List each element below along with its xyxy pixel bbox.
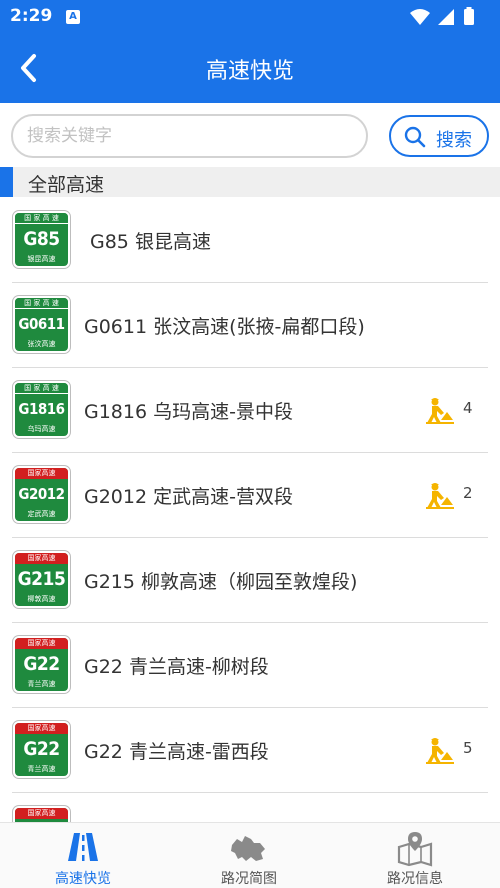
shield-top-text: 国家高速 bbox=[15, 723, 68, 734]
page-title: 高速快览 bbox=[205, 59, 294, 84]
highway-label: G2012 定武高速-营双段 bbox=[84, 486, 293, 508]
app-header: 高速快览 bbox=[0, 33, 500, 103]
shield-top-text: 国家高速 bbox=[15, 553, 68, 564]
section-header: 全部高速 bbox=[0, 167, 500, 197]
list-item[interactable]: 国家高速 bbox=[0, 793, 500, 822]
shield-code: G22 bbox=[23, 653, 60, 675]
shield-name: 银昆高速 bbox=[27, 255, 56, 263]
list-item[interactable]: 国家高速 G2012 定武高速 G2012 定武高速-营双段 2 bbox=[0, 453, 500, 538]
highway-shield-icon: 国家高速 G215 柳敦高速 bbox=[13, 551, 70, 608]
map-outline-icon bbox=[231, 836, 265, 861]
list-item[interactable]: 国家高速 G22 青兰高速 G22 青兰高速-雷西段 5 bbox=[0, 708, 500, 793]
bottom-tab-bar: 高速快览 路况简图 路况信息 bbox=[0, 822, 500, 888]
shield-top-text: 国 家 高 速 bbox=[15, 213, 68, 224]
battery-icon bbox=[464, 9, 474, 25]
wifi-icon bbox=[410, 9, 430, 25]
tab-road-info[interactable]: 路况信息 bbox=[332, 823, 498, 888]
highway-label: G0611 张汶高速(张掖-扁都口段) bbox=[84, 316, 365, 338]
list-item[interactable]: 国 家 高 速 G1816 乌玛高速 G1816 乌玛高速-景中段 4 bbox=[0, 368, 500, 453]
shield-top-text: 国家高速 bbox=[15, 638, 68, 649]
shield-top-text: 国家高速 bbox=[15, 808, 68, 819]
highway-label: G22 青兰高速-柳树段 bbox=[84, 656, 269, 678]
shield-name: 柳敦高速 bbox=[27, 595, 56, 603]
shield-code: G2012 bbox=[18, 485, 65, 503]
work-count: 4 bbox=[463, 399, 473, 417]
shield-top-text: 国家高速 bbox=[15, 468, 68, 479]
list-item[interactable]: 国 家 高 速 G85 银昆高速 G85 银昆高速 bbox=[0, 198, 500, 283]
shield-code: G0611 bbox=[18, 315, 65, 333]
highway-shield-icon: 国家高速 G22 青兰高速 bbox=[13, 636, 70, 693]
highway-label: G1816 乌玛高速-景中段 bbox=[84, 401, 293, 423]
highway-shield-icon: 国家高速 G2012 定武高速 bbox=[13, 466, 70, 523]
search-button[interactable]: 搜索 bbox=[389, 115, 489, 157]
highway-shield-icon: 国家高速 G22 青兰高速 bbox=[13, 721, 70, 778]
shield-name: 定武高速 bbox=[27, 510, 56, 518]
tab-highway-overview[interactable]: 高速快览 bbox=[0, 823, 166, 888]
highway-label: G85 银昆高速 bbox=[90, 231, 211, 253]
search-icon bbox=[404, 126, 426, 148]
shield-code: G1816 bbox=[18, 400, 65, 418]
shield-code: G215 bbox=[17, 568, 66, 590]
signal-icon bbox=[438, 9, 454, 25]
shield-top-text: 国 家 高 速 bbox=[15, 383, 68, 394]
tab-label: 高速快览 bbox=[55, 871, 111, 887]
shield-code: G22 bbox=[23, 738, 60, 760]
shield-name: 乌玛高速 bbox=[27, 425, 56, 433]
highway-label: G22 青兰高速-雷西段 bbox=[84, 741, 269, 763]
work-count: 2 bbox=[463, 484, 473, 502]
highway-shield-icon: 国 家 高 速 G0611 张汶高速 bbox=[13, 296, 70, 353]
shield-name: 青兰高速 bbox=[27, 765, 56, 773]
highway-shield-icon: 国 家 高 速 G1816 乌玛高速 bbox=[13, 381, 70, 438]
road-icon bbox=[68, 833, 98, 861]
section-accent-bar bbox=[0, 167, 13, 197]
search-input[interactable] bbox=[11, 114, 368, 158]
highway-list: 国 家 高 速 G85 银昆高速 G85 银昆高速 国 家 高 速 G0611 … bbox=[0, 198, 500, 822]
system-status-icons bbox=[410, 7, 474, 25]
shield-name: 张汶高速 bbox=[27, 340, 56, 348]
highway-shield-icon: 国家高速 bbox=[13, 806, 70, 822]
tab-label: 路况信息 bbox=[387, 871, 443, 887]
info-map-icon bbox=[397, 832, 433, 867]
shield-top-text: 国 家 高 速 bbox=[15, 298, 68, 309]
list-item[interactable]: 国 家 高 速 G0611 张汶高速 G0611 张汶高速(张掖-扁都口段) bbox=[0, 283, 500, 368]
status-time: 2:29 bbox=[10, 6, 53, 26]
status-bar: 2:29 A bbox=[0, 0, 500, 33]
construction-worker-icon bbox=[426, 738, 454, 764]
list-item[interactable]: 国家高速 G22 青兰高速 G22 青兰高速-柳树段 bbox=[0, 623, 500, 708]
construction-worker-icon bbox=[426, 483, 454, 509]
highway-shield-icon: 国 家 高 速 G85 银昆高速 bbox=[13, 211, 70, 268]
work-count: 5 bbox=[463, 739, 473, 757]
construction-worker-icon bbox=[426, 398, 454, 424]
list-item[interactable]: 国家高速 G215 柳敦高速 G215 柳敦高速（柳园至敦煌段) bbox=[0, 538, 500, 623]
notification-icon: A bbox=[66, 10, 80, 24]
shield-name: 青兰高速 bbox=[27, 680, 56, 688]
highway-label: G215 柳敦高速（柳园至敦煌段) bbox=[84, 571, 358, 593]
search-button-label: 搜索 bbox=[436, 130, 472, 151]
tab-road-map[interactable]: 路况简图 bbox=[166, 823, 332, 888]
section-title: 全部高速 bbox=[28, 174, 105, 196]
tab-label: 路况简图 bbox=[221, 871, 277, 887]
shield-code: G85 bbox=[23, 228, 60, 250]
search-row: 搜索 bbox=[0, 103, 500, 165]
